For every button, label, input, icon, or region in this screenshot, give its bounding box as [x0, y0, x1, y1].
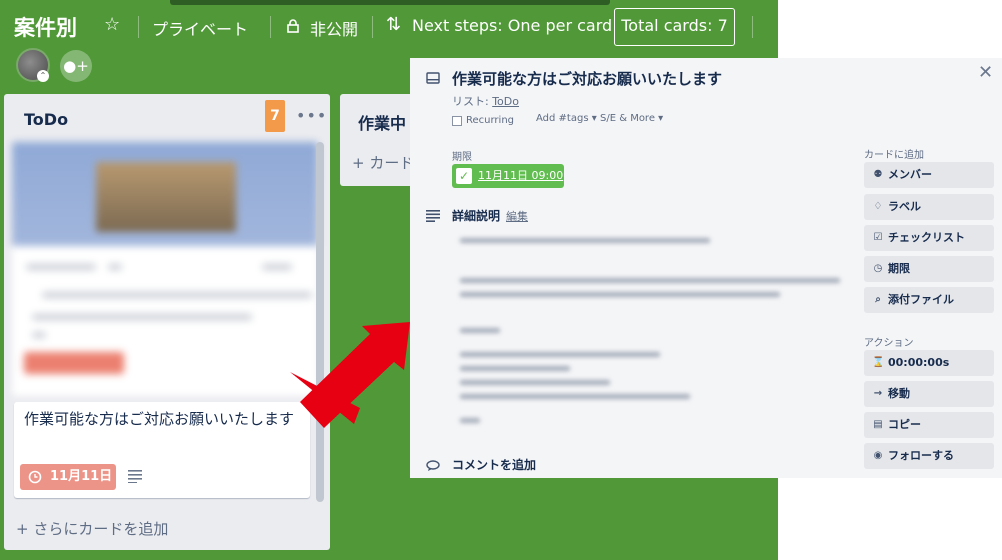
add-comment-title: コメントを追加	[452, 458, 537, 472]
card-detail-dialog: ✕ 作業可能な方はご対応お願いいたします リスト: ToDo Recurring…	[410, 58, 1002, 478]
clock-icon: ◷	[873, 263, 883, 274]
card-cover-image	[12, 142, 318, 246]
due-date-value: 11月11日 09:00	[478, 169, 564, 182]
due-date-badge[interactable]: 11月11日	[20, 464, 116, 490]
team-visibility-button[interactable]: プライベート	[152, 16, 248, 40]
next-steps-button[interactable]: Next steps: One per card	[412, 16, 612, 35]
se-more-button[interactable]: S/E & More ▾	[600, 113, 663, 124]
list-breadcrumb: リスト: ToDo	[452, 93, 519, 109]
card-icon	[426, 72, 440, 84]
board-title[interactable]: 案件別	[14, 12, 77, 42]
due-complete-checkbox[interactable]: ✓	[456, 168, 472, 184]
timer-icon: ⌛	[872, 357, 885, 368]
due-label: 期限	[452, 152, 472, 163]
card-detail-title[interactable]: 作業可能な方はご対応お願いいたします	[452, 68, 722, 89]
member-icon: ⚉	[873, 169, 883, 180]
divider	[372, 16, 373, 38]
description-edit-link[interactable]: 編集	[506, 208, 528, 224]
label-icon: ♢	[873, 201, 883, 212]
checklist-icon: ☑	[873, 232, 883, 243]
add-checklist-button[interactable]: ☑ チェックリスト	[864, 225, 994, 251]
admin-badge-icon: ⌃	[37, 70, 49, 82]
list-prefix: リスト:	[452, 95, 493, 108]
red-arrow-annotation	[290, 322, 410, 428]
sort-icon: ⇅	[386, 14, 402, 35]
divider	[752, 16, 753, 38]
clock-icon	[28, 470, 42, 484]
add-member-icon[interactable]: ●+	[60, 50, 92, 82]
lock-icon	[287, 19, 299, 33]
privacy-button[interactable]: 非公開	[310, 16, 358, 40]
description-body[interactable]	[452, 230, 852, 430]
recurring-label: Recurring	[466, 115, 514, 126]
add-member-button[interactable]: ⚉ メンバー	[864, 162, 994, 188]
comment-icon	[426, 460, 440, 471]
add-due-button[interactable]: ◷ 期限	[864, 256, 994, 282]
timer-button[interactable]: ⌛ 00:00:00s	[864, 350, 994, 376]
move-button[interactable]: → 移動	[864, 381, 994, 407]
add-tags-button[interactable]: Add #tags ▾	[536, 113, 597, 124]
eye-icon: ◉	[873, 450, 883, 461]
arrow-right-icon: →	[873, 388, 883, 399]
task-card[interactable]: 作業可能な方はご対応お願いいたします 11月11日	[14, 402, 310, 498]
card-title: 作業可能な方はご対応お願いいたします	[24, 410, 295, 428]
add-to-card-heading: カードに追加	[864, 150, 924, 161]
due-date-text: 11月11日	[50, 469, 113, 484]
total-cards-button[interactable]: Total cards: 7	[614, 8, 735, 46]
add-card-button[interactable]: + カード	[352, 152, 414, 173]
blurred-card[interactable]	[12, 142, 318, 396]
list-todo: ToDo 7 ••• 作業可能な方はご対応お願いいたします 11月11日 + さ…	[4, 94, 330, 550]
divider	[138, 16, 139, 38]
list-link[interactable]: ToDo	[492, 95, 519, 108]
copy-button[interactable]: ▤ コピー	[864, 412, 994, 438]
list-title[interactable]: ToDo	[24, 110, 68, 129]
actions-heading: アクション	[864, 338, 914, 349]
list-menu-icon[interactable]: •••	[296, 106, 327, 125]
description-icon	[426, 210, 440, 222]
add-card-button[interactable]: + さらにカードを追加	[16, 518, 168, 539]
recurring-checkbox[interactable]	[452, 116, 462, 126]
attachment-icon: ⌕	[875, 294, 881, 305]
board-header: 案件別 ☆ プライベート 非公開 ⇅ Next steps: One per c…	[0, 0, 778, 56]
follow-button[interactable]: ◉ フォローする	[864, 443, 994, 469]
due-date-button[interactable]: ✓ 11月11日 09:00	[452, 164, 564, 188]
description-title: 詳細説明	[452, 209, 501, 223]
copy-icon: ▤	[873, 419, 883, 430]
card-count-badge: 7	[265, 100, 285, 132]
list-title[interactable]: 作業中	[358, 110, 406, 134]
close-icon[interactable]: ✕	[978, 62, 993, 83]
star-icon[interactable]: ☆	[104, 14, 120, 35]
description-icon	[128, 470, 142, 483]
add-attachment-button[interactable]: ⌕ 添付ファイル	[864, 287, 994, 313]
divider	[270, 16, 271, 38]
add-label-button[interactable]: ♢ ラベル	[864, 194, 994, 220]
